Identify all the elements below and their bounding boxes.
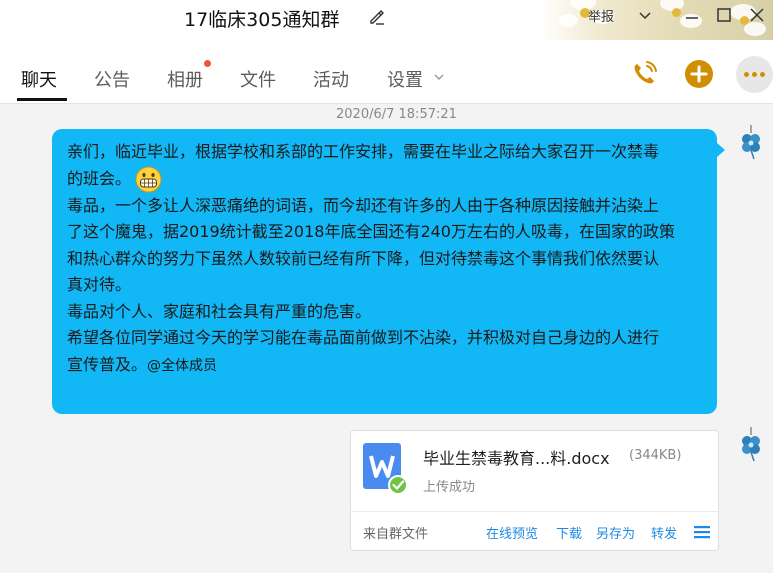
message-line-text: 宣传普及。 (67, 354, 148, 374)
more-icon[interactable] (736, 56, 773, 93)
chat-area[interactable]: 2020/6/7 18:57:21 亲们，临近毕业，根据学校和系部的工作安排，需… (0, 105, 773, 573)
collapse-chevron-icon[interactable] (636, 6, 654, 24)
close-icon[interactable] (748, 6, 766, 24)
clover-avatar-icon[interactable] (736, 425, 766, 463)
file-source: 来自群文件 (363, 527, 429, 542)
message-line: 真对待。 (67, 275, 132, 294)
grinning-face-icon (135, 166, 162, 192)
message-line: 的班会。 (67, 166, 702, 193)
card-divider (351, 511, 718, 512)
message-line: 和热心群众的努力下虽然人数较前已经有所下降，但对待禁毒这个事情我们依然要认 (67, 248, 660, 268)
message-timestamp: 2020/6/7 18:57:21 (336, 107, 457, 122)
save-as-link[interactable]: 另存为 (596, 523, 635, 542)
tab-bar: 聊天 公告 相册 文件 活动 设置 (0, 40, 773, 104)
upload-status: 上传成功 (423, 480, 476, 495)
word-document-icon (363, 443, 408, 495)
message-line: 宣传普及。@全体成员 (67, 352, 702, 380)
menu-icon[interactable] (694, 525, 710, 539)
file-name[interactable]: 毕业生禁毒教育...料.docx (423, 445, 610, 469)
message-line: 希望各位同学通过今天的学习能在毒品面前做到不沾染，并积极对自己身边的人进行 (67, 328, 660, 347)
download-link[interactable]: 下载 (556, 523, 582, 542)
tab-chat[interactable]: 聊天 (21, 66, 57, 92)
notification-dot (204, 60, 211, 67)
phone-call-icon[interactable] (628, 58, 660, 90)
title-bar-flower-decoration (540, 0, 773, 40)
message-line: 了这个魔鬼，据2019统计截至2018年底全国还有240万左右的人吸毒，在国家的… (67, 222, 675, 241)
message-bubble[interactable]: 亲们，临近毕业，根据学校和系部的工作安排，需要在毕业之际给大家召开一次禁毒 的班… (52, 129, 717, 414)
active-tab-indicator (17, 98, 67, 101)
group-title: 17临床305通知群 (184, 9, 340, 31)
minimize-icon[interactable] (683, 6, 701, 24)
maximize-icon[interactable] (715, 6, 733, 24)
forward-link[interactable]: 转发 (651, 523, 677, 542)
file-size: (344KB) (629, 448, 682, 463)
message-line: 毒品对个人、家庭和社会具有严重的危害。 (67, 301, 372, 321)
tab-announcement[interactable]: 公告 (94, 66, 130, 92)
clover-avatar-icon[interactable] (736, 123, 766, 161)
message-line-text: 的班会。 (67, 168, 132, 188)
message-line: 亲们，临近毕业，根据学校和系部的工作安排，需要在毕业之际给大家召开一次禁毒 (67, 142, 660, 161)
tab-settings[interactable]: 设置 (387, 66, 423, 92)
preview-online-link[interactable]: 在线预览 (486, 523, 538, 542)
message-bubble-tail (717, 143, 725, 157)
add-icon[interactable] (683, 58, 715, 90)
mention-all-members[interactable]: @全体成员 (147, 358, 217, 374)
tab-activity[interactable]: 活动 (313, 66, 349, 92)
chevron-down-icon[interactable] (433, 71, 445, 83)
title-bar: 17临床305通知群 举报 (0, 0, 773, 40)
pencil-edit-icon[interactable] (368, 8, 386, 26)
message-line: 毒品，一个多让人深恶痛绝的词语，而今却还有许多的人由于各种原因接触并沾染上 (67, 195, 660, 215)
tab-files[interactable]: 文件 (240, 66, 276, 92)
tab-album[interactable]: 相册 (167, 66, 203, 92)
file-card[interactable]: 毕业生禁毒教育...料.docx (344KB) 上传成功 来自群文件 在线预览… (350, 430, 719, 551)
report-button[interactable]: 举报 (588, 6, 614, 25)
